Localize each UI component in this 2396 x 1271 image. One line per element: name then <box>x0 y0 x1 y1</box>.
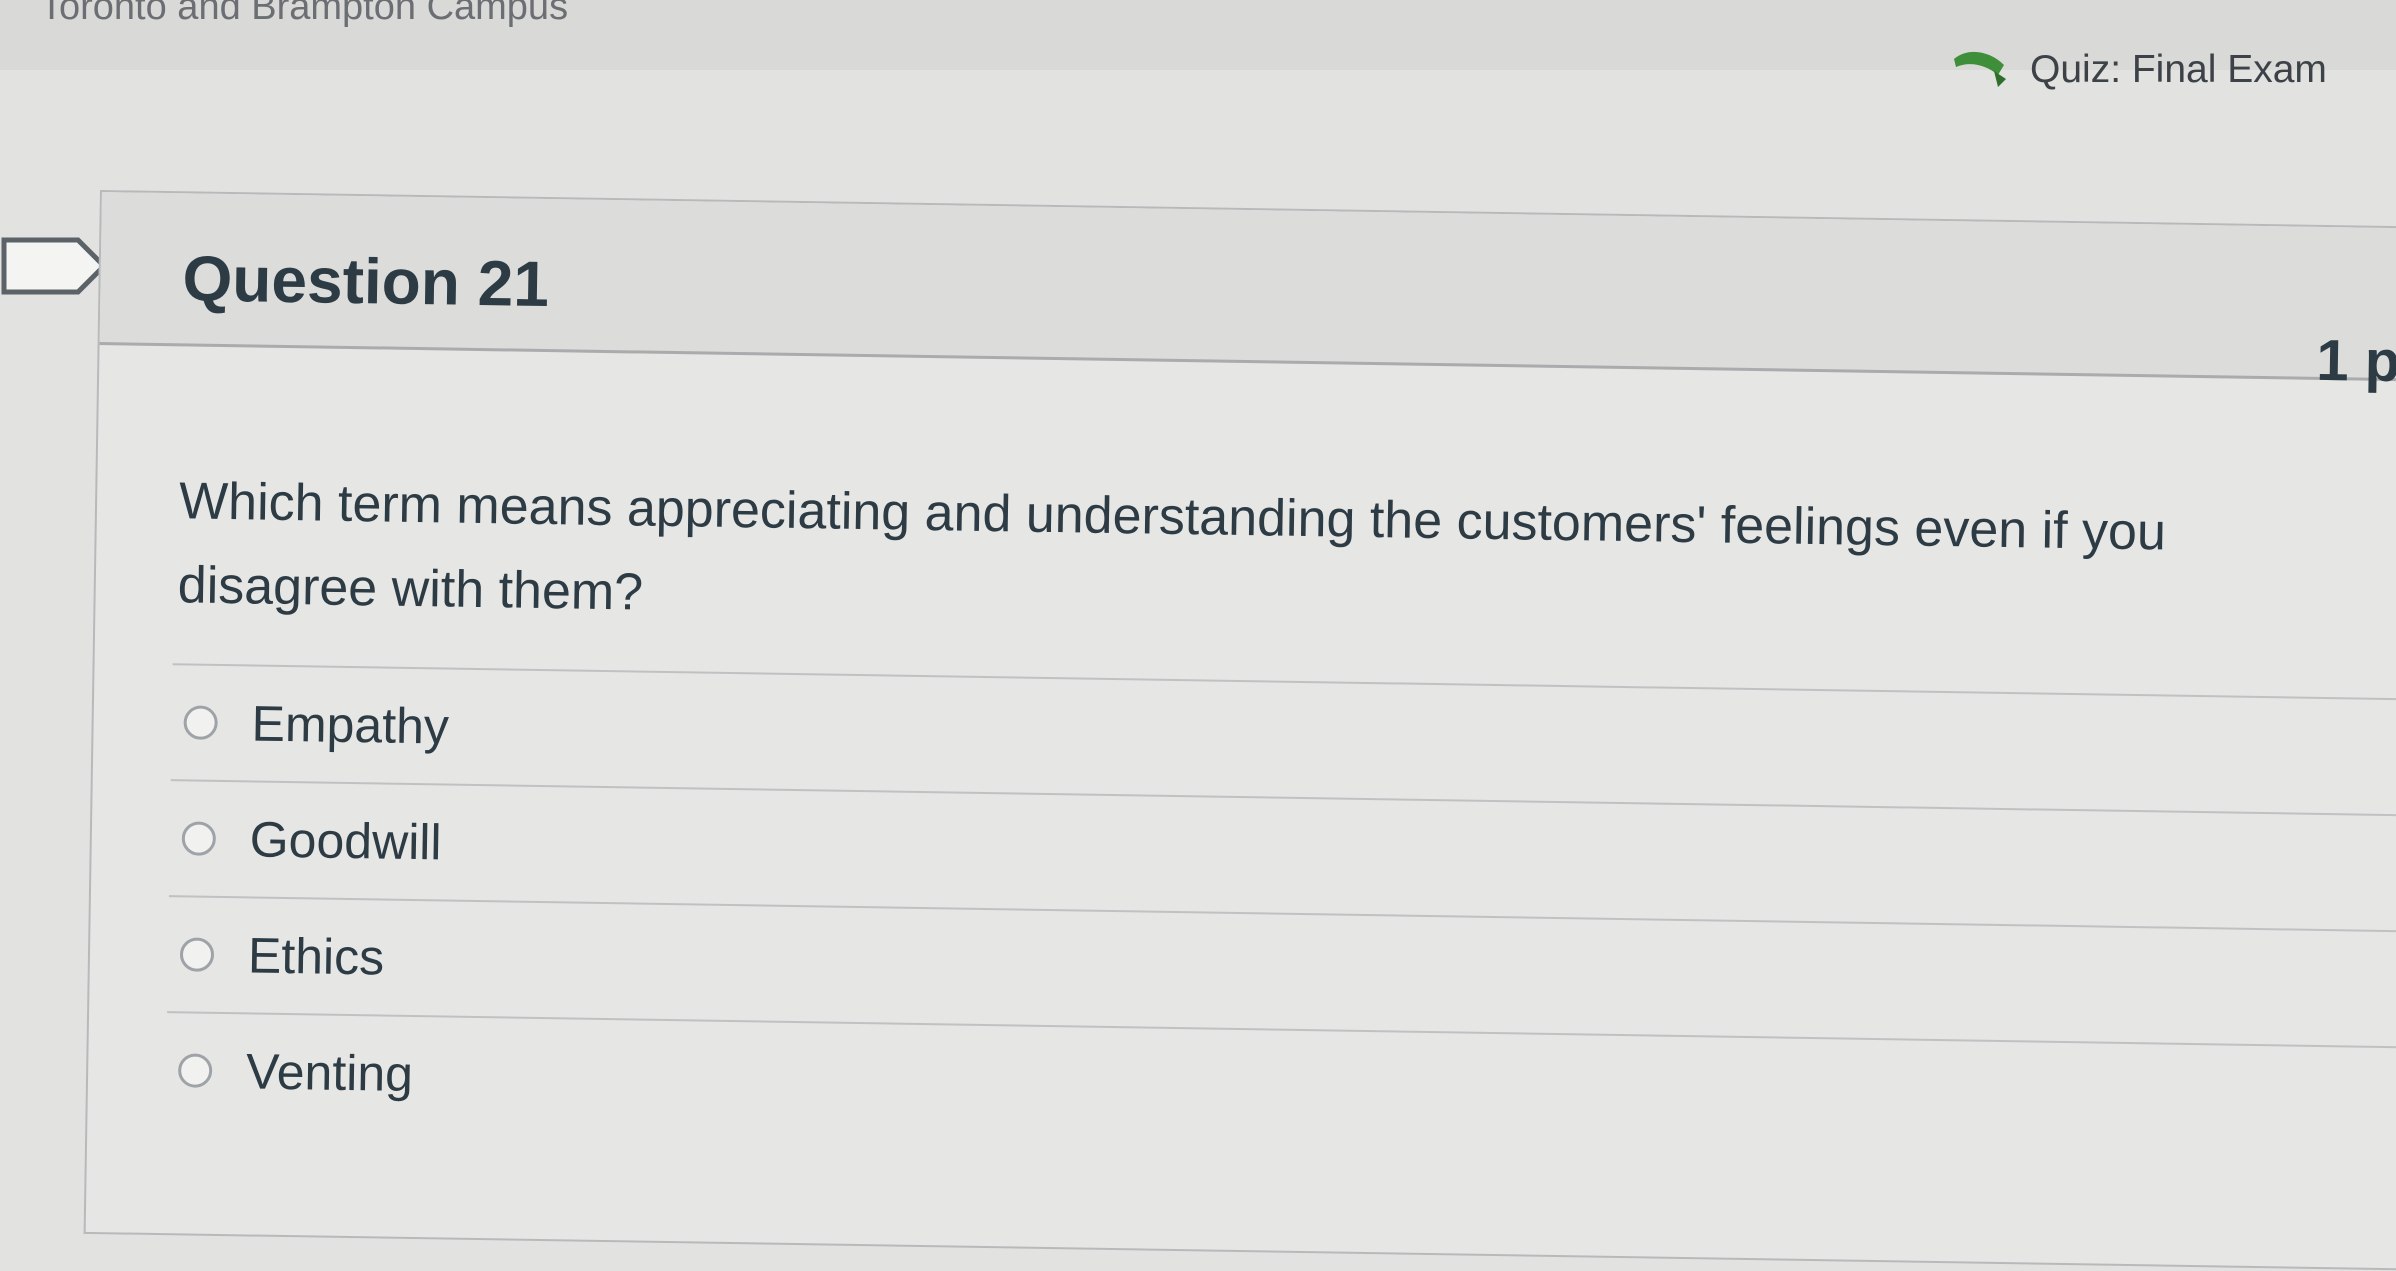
question-header: Question 21 1 pt <box>99 192 2396 394</box>
radio-button[interactable] <box>177 1053 213 1088</box>
answer-label[interactable]: Goodwill <box>249 810 442 871</box>
campus-name: Toronto and Brampton Campus <box>40 0 569 28</box>
question-text: Which term means appreciating and unders… <box>177 472 2167 622</box>
top-bar: Toronto and Brampton Campus Quiz: Final … <box>0 0 2396 91</box>
quiz-link-label: Quiz: Final Exam <box>2030 48 2327 91</box>
rocket-icon <box>1954 51 2006 87</box>
answer-label[interactable]: Venting <box>246 1042 414 1103</box>
flag-icon[interactable] <box>0 236 112 296</box>
answer-label[interactable]: Empathy <box>251 694 449 755</box>
radio-button[interactable] <box>183 705 218 740</box>
radio-button[interactable] <box>181 821 217 856</box>
answer-list: Empathy Goodwill Ethics Venting <box>165 663 2396 1163</box>
question-points: 1 pt <box>2315 327 2396 395</box>
answer-label[interactable]: Ethics <box>248 926 385 986</box>
question-title: Question 21 <box>182 242 550 321</box>
question-card: Question 21 1 pt Which term means apprec… <box>83 190 2396 1271</box>
quiz-link[interactable]: Quiz: Final Exam <box>1950 48 2327 92</box>
radio-button[interactable] <box>179 937 215 972</box>
